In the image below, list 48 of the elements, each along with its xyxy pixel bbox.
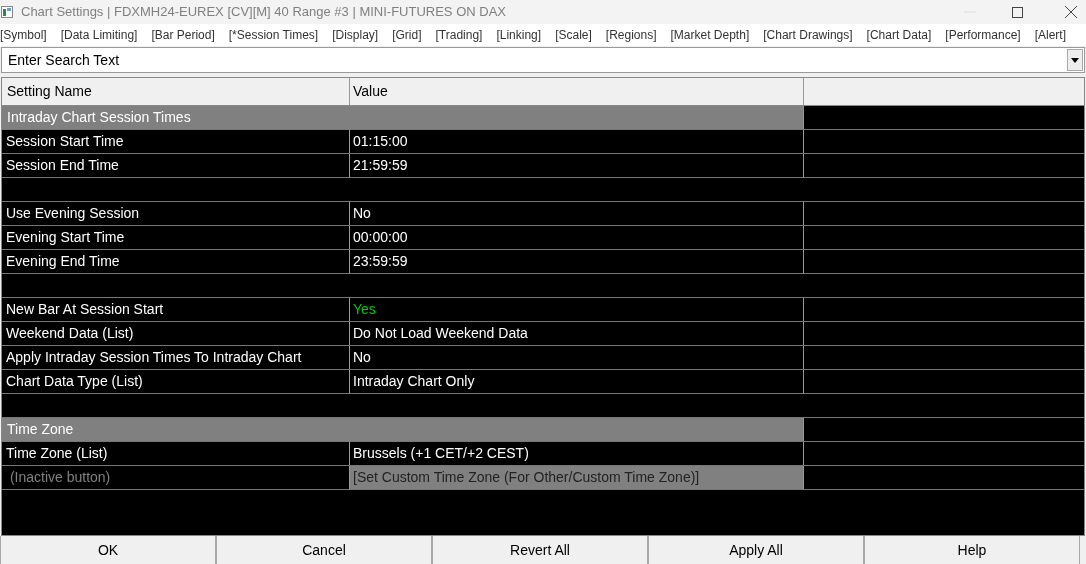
setting-value[interactable]: 01:15:00 (350, 130, 804, 153)
setting-value[interactable]: Intraday Chart Only (350, 370, 804, 393)
settings-tab[interactable]: [Market Depth] (670, 26, 750, 44)
settings-tab[interactable]: [Linking] (496, 26, 542, 44)
setting-name: Chart Data Type (List) (2, 370, 350, 393)
setting-value[interactable]: No (350, 346, 804, 369)
column-header[interactable]: Value (350, 78, 804, 105)
section-header: Intraday Chart Session Times (2, 106, 804, 129)
settings-tab[interactable]: [Symbol] (0, 26, 47, 44)
setting-value[interactable]: No (350, 202, 804, 225)
dialog-button[interactable]: Cancel (216, 536, 432, 564)
setting-value[interactable]: 21:59:59 (350, 154, 804, 177)
settings-tab[interactable]: [Display] (332, 26, 379, 44)
settings-tab[interactable]: [Chart Drawings] (763, 26, 853, 44)
settings-tab[interactable]: [*Session Times] (228, 26, 319, 44)
settings-tab[interactable]: [Grid] (392, 26, 422, 44)
close-icon[interactable] (1065, 6, 1077, 18)
setting-name: Session End Time (2, 154, 350, 177)
setting-name: Use Evening Session (2, 202, 350, 225)
settings-tab[interactable]: [Data Limiting] (60, 26, 138, 44)
settings-tab[interactable]: [Trading] (435, 26, 483, 44)
setting-name: Session Start Time (2, 130, 350, 153)
settings-tab[interactable]: [Scale] (555, 26, 592, 44)
dialog-button[interactable]: Apply All (648, 536, 864, 564)
setting-value[interactable]: Brussels (+1 CET/+2 CEST) (350, 442, 804, 465)
setting-value[interactable]: Do Not Load Weekend Data (350, 322, 804, 345)
window-title: Chart Settings | FDXMH24-EUREX [CV][M] 40 Range #3 | MINI-FUTURES ON DAX (21, 3, 506, 22)
settings-tab[interactable]: [Chart Data] (866, 26, 932, 44)
dialog-button[interactable]: OK (0, 536, 216, 564)
setting-name: Apply Intraday Session Times To Intraday Chart (2, 346, 350, 369)
setting-value[interactable]: 00:00:00 (350, 226, 804, 249)
setting-name: New Bar At Session Start (2, 298, 350, 321)
setting-name: Time Zone (List) (2, 442, 350, 465)
maximize-icon[interactable] (1012, 6, 1023, 18)
setting-name: Weekend Data (List) (2, 322, 350, 345)
settings-tab[interactable]: [Performance] (945, 26, 1021, 44)
setting-value[interactable]: 23:59:59 (350, 250, 804, 273)
dialog-button[interactable]: Help (864, 536, 1080, 564)
column-header[interactable]: Setting Name (2, 78, 350, 105)
dialog-button[interactable]: Revert All (432, 536, 648, 564)
setting-name: Evening End Time (2, 250, 350, 273)
settings-tab[interactable]: [Bar Period] (151, 26, 215, 44)
section-header: Time Zone (2, 418, 804, 441)
setting-value[interactable]: Yes (350, 298, 804, 321)
settings-tab[interactable]: [Alert] (1034, 26, 1066, 44)
setting-name: Evening Start Time (2, 226, 350, 249)
custom-time-zone-button[interactable]: [Set Custom Time Zone (For Other/Custom Time Zone)] (350, 466, 804, 489)
settings-tab[interactable]: [Regions] (605, 26, 657, 44)
